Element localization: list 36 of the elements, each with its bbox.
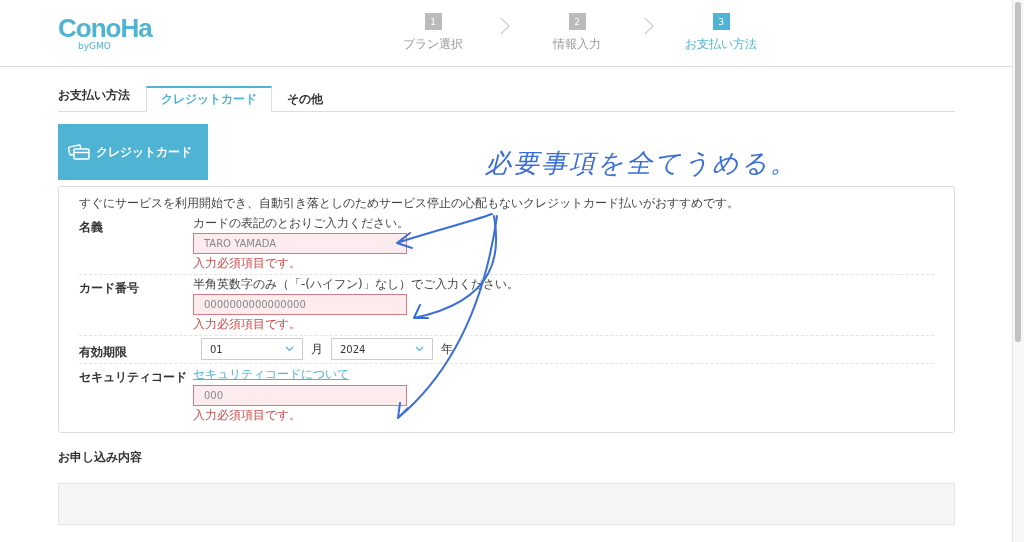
section-heading: お申し込み内容 [58,449,143,466]
error-message: 入力必須項目です。 [193,255,302,272]
section-heading: お支払い方法 [58,87,131,104]
month-select[interactable]: 01 [201,338,303,360]
credit-card-option[interactable]: クレジットカード [58,124,208,180]
field-label: 名義 [79,219,104,236]
input-field[interactable]: 0000000000000000 [193,294,407,315]
tab[interactable]: その他 [272,86,338,112]
input-field[interactable]: 000 [193,385,407,406]
scrollbar[interactable] [1012,0,1024,542]
credit-cards-icon [68,144,90,160]
field-hint: カードの表記のとおりご入力ください。 [193,215,409,232]
chevron-icon [500,17,510,35]
step-label: 情報入力 [553,36,601,53]
step-label: お支払い方法 [685,36,757,53]
unit-label: 月 [311,340,323,358]
unit-label: 年 [441,340,453,358]
step-number: 1 [424,13,442,30]
help-link[interactable]: セキュリティコードについて [193,365,407,384]
field-label: カード番号 [79,280,140,297]
handwritten-note: 必要事項を全てうめる。 [485,147,798,180]
intro-text: すぐにサービスを利用開始でき、自動引き落としのためサービス停止の心配もないクレジットカード払いがおすすめです。 [79,195,740,212]
step-label: プラン選択 [403,36,463,53]
logo[interactable]: ConoHa byGMO [58,15,388,51]
error-message: 入力必須項目です。 [193,316,302,333]
field-label: セキュリティコード [79,369,188,386]
step-number: 2 [568,13,586,30]
tab[interactable]: クレジットカード [146,86,272,112]
field-label: 有効期限 [79,344,128,361]
chevron-icon [644,17,654,35]
step-number: 3 [712,13,730,30]
error-message: 入力必須項目です。 [193,407,302,424]
input-field[interactable]: TARO YAMADA [193,233,407,254]
caret-icon [285,346,294,352]
caret-icon [415,346,424,352]
year-select[interactable]: 2024 [331,338,433,360]
